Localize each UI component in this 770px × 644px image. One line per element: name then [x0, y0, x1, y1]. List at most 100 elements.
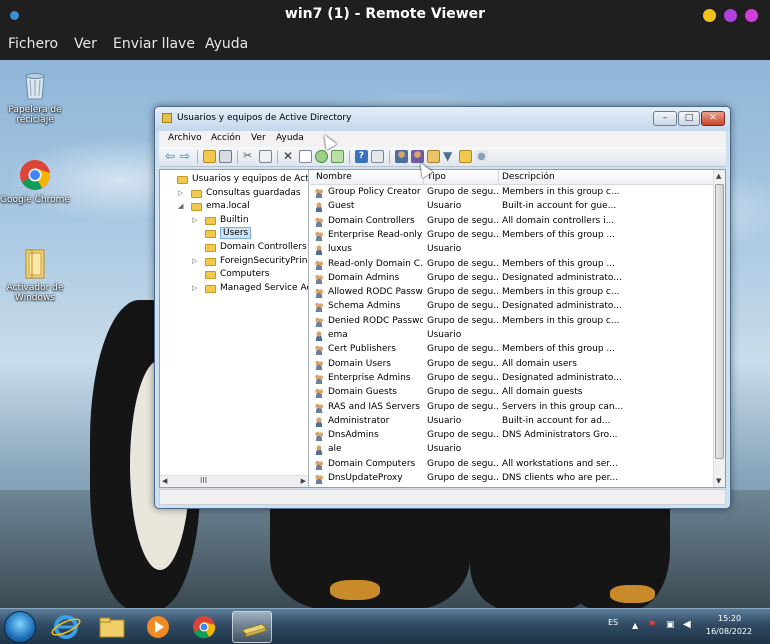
start-button[interactable] [4, 611, 36, 643]
list-row[interactable]: luxus Usuario [310, 243, 713, 257]
new-user-icon[interactable] [395, 150, 408, 163]
menu-ver[interactable]: Ver [74, 36, 97, 52]
cell-tipo: Grupo de segu... [427, 272, 498, 283]
list-row[interactable]: ema Usuario [310, 329, 713, 343]
add-to-group-icon[interactable] [459, 150, 472, 163]
column-header-descripcion[interactable]: Descripción [502, 172, 555, 182]
view-icon[interactable] [371, 150, 384, 163]
ad-list-pane[interactable]: Nombre Tipo Descripción Group Policy Cre… [310, 170, 725, 487]
list-row[interactable]: Group Policy Creator ... Grupo de segu...… [310, 186, 713, 200]
copy-icon[interactable] [259, 150, 272, 163]
back-icon[interactable]: ⇦ [165, 150, 178, 163]
desktop-icon-chrome[interactable]: Google Chrome [0, 158, 70, 205]
cut-icon[interactable]: ✂ [243, 150, 256, 163]
delegate-icon[interactable] [475, 150, 488, 163]
list-row[interactable]: Domain Admins Grupo de segu... Designated … [310, 272, 713, 286]
list-row[interactable]: Guest Usuario Built-in account for gue... [310, 200, 713, 214]
ad-menu-archivo[interactable]: Archivo [168, 133, 202, 143]
scroll-up-arrow-icon[interactable]: ▲ [716, 172, 721, 180]
expand-arrow-icon[interactable]: ▷ [192, 257, 197, 265]
list-row[interactable]: Domain Controllers Grupo de segu... All do… [310, 215, 713, 229]
ad-close-button[interactable]: ✕ [701, 111, 725, 126]
column-separator[interactable] [498, 170, 499, 185]
list-row[interactable]: Domain Guests Grupo de segu... All domain … [310, 386, 713, 400]
close-button[interactable] [745, 9, 758, 22]
refresh-icon[interactable] [315, 150, 328, 163]
list-row[interactable]: DnsAdmins Grupo de segu... DNS Administrat… [310, 429, 713, 443]
folder-icon [191, 189, 202, 198]
tree-item-label: Domain Controllers [220, 242, 307, 252]
expand-arrow-icon[interactable]: ▷ [192, 284, 197, 292]
list-row[interactable]: Denied RODC Passwo... Grupo de segu... Mem… [310, 315, 713, 329]
taskbar-ad-users[interactable] [232, 611, 272, 643]
internet-explorer-icon [51, 615, 81, 639]
scroll-left-arrow-icon[interactable]: ◀ [162, 477, 167, 485]
taskbar-explorer[interactable] [92, 611, 132, 643]
list-row[interactable]: ale Usuario [310, 443, 713, 457]
show-tree-icon[interactable] [219, 150, 232, 163]
delete-icon[interactable]: ✕ [283, 150, 296, 163]
list-row[interactable]: Schema Admins Grupo de segu... Designated … [310, 300, 713, 314]
ad-titlebar[interactable]: Usuarios y equipos de Active Directory –… [155, 107, 730, 131]
network-icon[interactable]: ▣ [666, 620, 675, 630]
menu-ayuda[interactable]: Ayuda [205, 36, 248, 52]
list-row[interactable]: Read-only Domain C... Grupo de segu... Mem… [310, 258, 713, 272]
action-center-icon[interactable]: ⚑ [648, 620, 656, 630]
taskbar-ie[interactable] [46, 611, 86, 643]
new-ou-icon[interactable] [427, 150, 440, 163]
menu-enviar-llave[interactable]: Enviar llave [113, 36, 195, 52]
list-row[interactable]: Domain Users Grupo de segu... All domain u… [310, 358, 713, 372]
scrollbar-thumb[interactable] [715, 184, 724, 459]
list-row[interactable]: Allowed RODC Passw... Grupo de segu... Mem… [310, 286, 713, 300]
column-header-nombre[interactable]: Nombre [316, 172, 352, 182]
list-row[interactable]: Enterprise Read-only ... Grupo de segu...… [310, 229, 713, 243]
clock-time[interactable]: 15:20 [718, 614, 741, 623]
ad-window[interactable]: Usuarios y equipos de Active Directory –… [154, 106, 731, 509]
volume-icon[interactable]: ◀ [683, 619, 691, 630]
cell-descripcion: Members in this group c... [502, 287, 620, 298]
scroll-right-arrow-icon[interactable]: ▶ [301, 477, 306, 485]
scrollbar-grip[interactable]: III [200, 476, 207, 485]
forward-icon[interactable]: ⇨ [180, 150, 193, 163]
list-row[interactable]: Enterprise Admins Grupo de segu... Designa… [310, 372, 713, 386]
ad-minimize-button[interactable]: – [653, 111, 677, 126]
list-row[interactable]: Administrator Usuario Built-in account for… [310, 415, 713, 429]
cell-nombre: Domain Computers [328, 458, 416, 469]
desktop-icon-activador[interactable]: Activador de Windows [0, 246, 70, 303]
clock-date[interactable]: 16/08/2022 [706, 627, 752, 636]
tree-horizontal-scrollbar[interactable]: ◀ III ▶ [160, 475, 308, 487]
list-row[interactable]: DnsUpdateProxy Grupo de segu... DNS client… [310, 472, 713, 486]
input-language[interactable]: ES [608, 618, 618, 627]
up-folder-icon[interactable] [203, 150, 216, 163]
taskbar-chrome[interactable] [184, 611, 224, 643]
expand-arrow-icon[interactable]: ◢ [178, 202, 183, 210]
expand-arrow-icon[interactable]: ▷ [178, 189, 183, 197]
folder-icon [205, 216, 216, 225]
properties-icon[interactable] [299, 150, 312, 163]
cell-tipo: Grupo de segu... [427, 358, 498, 369]
list-row[interactable]: Domain Computers Grupo de segu... All work… [310, 458, 713, 472]
help-icon[interactable]: ? [355, 150, 368, 163]
remote-desktop[interactable]: Papelera de reciclaje Google Chrome Acti… [0, 60, 770, 608]
expand-arrow-icon[interactable]: ▷ [192, 216, 197, 224]
ad-tree-pane[interactable]: Usuarios y equipos de Active Directory ▷ C… [160, 170, 309, 487]
maximize-button[interactable] [724, 9, 737, 22]
minimize-button[interactable] [703, 9, 716, 22]
menu-fichero[interactable]: Fichero [8, 36, 58, 52]
show-hidden-icons-icon[interactable]: ▲ [632, 621, 638, 630]
cell-nombre: Schema Admins [328, 301, 401, 312]
media-player-icon [147, 616, 169, 638]
list-header: Nombre Tipo Descripción [310, 170, 713, 185]
ad-maximize-button[interactable]: □ [678, 111, 700, 126]
scroll-down-arrow-icon[interactable]: ▼ [716, 477, 721, 485]
desktop-icon-recycle-bin[interactable]: Papelera de reciclaje [0, 68, 70, 125]
list-row[interactable]: RAS and IAS Servers Grupo de segu... Serve… [310, 401, 713, 415]
export-list-icon[interactable] [331, 150, 344, 163]
taskbar-media-player[interactable] [138, 611, 178, 643]
list-row[interactable]: Cert Publishers Grupo de segu... Members o… [310, 343, 713, 357]
list-vertical-scrollbar[interactable]: ▲ ▼ [713, 170, 725, 487]
filter-icon[interactable]: ▼ [443, 150, 456, 163]
ad-menu-accion[interactable]: Acción [211, 133, 241, 143]
ad-menu-ayuda[interactable]: Ayuda [276, 133, 304, 143]
ad-menu-ver[interactable]: Ver [251, 133, 266, 143]
